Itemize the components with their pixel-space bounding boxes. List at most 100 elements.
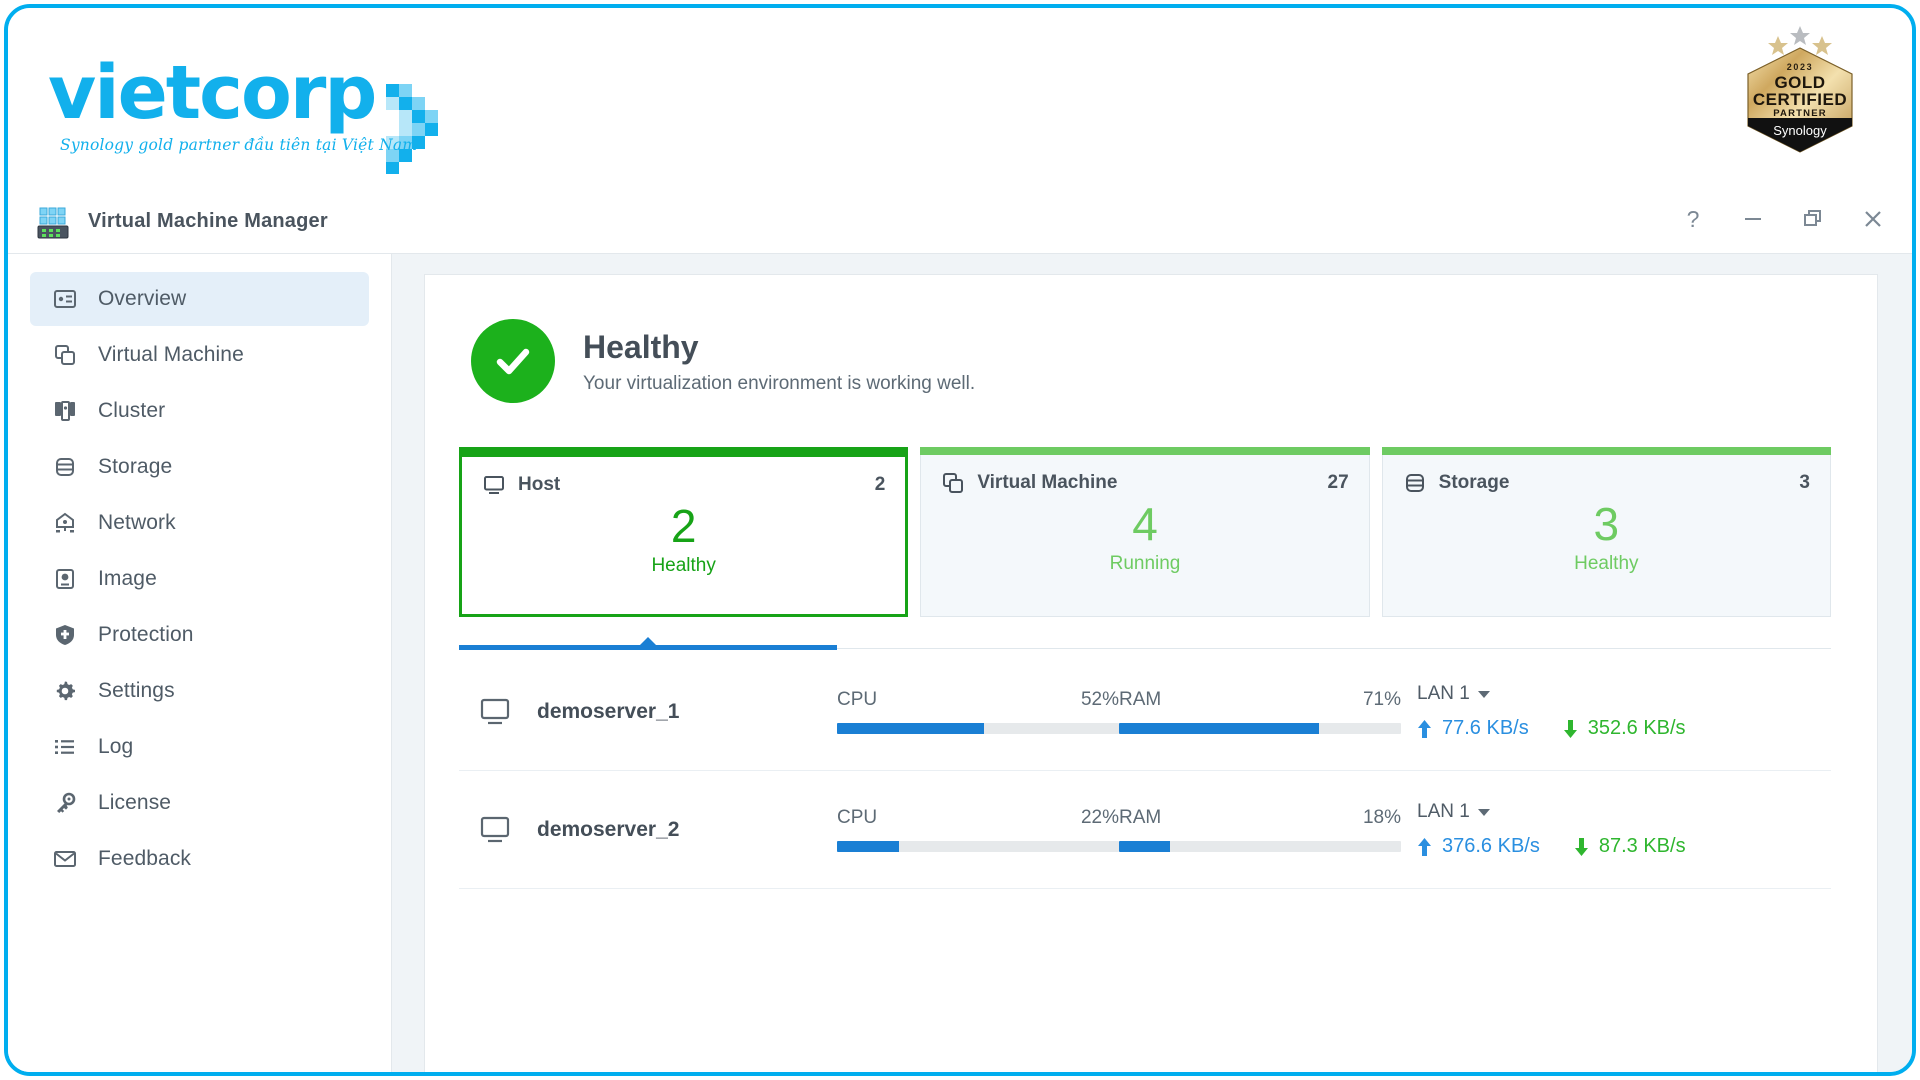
cpu-value: 22%	[1081, 807, 1119, 829]
question-mark-icon: ?	[1687, 208, 1700, 231]
arrow-down-icon	[1574, 838, 1589, 856]
cpu-progress-fill	[837, 841, 899, 852]
cpu-metric: CPU 22%	[837, 807, 1119, 852]
logo-tagline: Synology gold partner đầu tiên tại Việt …	[60, 136, 417, 154]
host-name: demoserver_1	[537, 700, 837, 724]
overview-icon	[52, 286, 78, 312]
sidebar-item-storage[interactable]: Storage	[30, 440, 369, 494]
sidebar-item-virtual-machine[interactable]: Virtual Machine	[30, 328, 369, 382]
sidebar-item-overview[interactable]: Overview	[30, 272, 369, 326]
badge-year: 2023	[1787, 62, 1813, 72]
envelope-icon	[52, 846, 78, 872]
logo-wordmark: vietcorp	[48, 56, 417, 130]
pixel-arrow-icon	[386, 84, 454, 179]
restore-icon	[1802, 208, 1824, 230]
status-card-virtual-machine[interactable]: Virtual Machine 27 4 Running	[920, 447, 1369, 617]
cpu-label: CPU	[837, 689, 877, 711]
lan-selector[interactable]: LAN 1	[1417, 801, 1686, 823]
cpu-metric: CPU 52%	[837, 689, 1119, 734]
card-selection-indicator	[459, 641, 1831, 653]
help-button[interactable]: ?	[1678, 204, 1708, 234]
card-big-number: 4	[941, 497, 1348, 551]
chevron-down-icon	[1478, 809, 1490, 816]
card-big-number: 2	[482, 499, 885, 553]
download-rate: 352.6 KB/s	[1563, 717, 1686, 740]
card-state-label: Healthy	[1403, 553, 1810, 575]
ram-value: 71%	[1363, 689, 1401, 711]
check-circle-icon	[471, 319, 555, 403]
card-count: 27	[1328, 472, 1349, 494]
shield-icon	[52, 622, 78, 648]
card-label: Storage	[1439, 472, 1510, 494]
table-row[interactable]: demoserver_1 CPU 52%	[459, 653, 1831, 771]
minimize-button[interactable]	[1738, 204, 1768, 234]
chevron-down-icon	[1478, 691, 1490, 698]
app-body: Overview Virtual Machine Cluster Storage	[8, 254, 1912, 1072]
network-rates: 77.6 KB/s 352.6 KB/s	[1417, 717, 1686, 740]
arrow-up-icon	[1417, 838, 1432, 856]
vm-icon	[941, 471, 965, 495]
card-header: Virtual Machine 27	[941, 471, 1348, 495]
sidebar-item-label: Feedback	[98, 847, 191, 871]
monitor-icon	[482, 473, 506, 497]
upload-rate: 77.6 KB/s	[1417, 717, 1529, 740]
sidebar-item-feedback[interactable]: Feedback	[30, 832, 369, 886]
status-card-storage[interactable]: Storage 3 3 Healthy	[1382, 447, 1831, 617]
cpu-progress-bar	[837, 723, 1119, 734]
badge-line3: PARTNER	[1773, 108, 1827, 119]
card-header: Host 2	[482, 473, 885, 497]
close-icon	[1862, 208, 1884, 230]
sidebar-item-settings[interactable]: Settings	[30, 664, 369, 718]
card-body: Virtual Machine 27 4 Running	[920, 455, 1369, 617]
cluster-icon	[52, 398, 78, 424]
cpu-value: 52%	[1081, 689, 1119, 711]
sidebar-item-label: License	[98, 791, 171, 815]
badge-brand: Synology	[1773, 123, 1827, 138]
card-label: Host	[518, 474, 560, 496]
sidebar-item-cluster[interactable]: Cluster	[30, 384, 369, 438]
network-rates: 376.6 KB/s 87.3 KB/s	[1417, 835, 1686, 858]
app-window: vietcorp Synology gold partner đầu tiên …	[4, 4, 1916, 1076]
storage-icon	[52, 454, 78, 480]
vietcorp-logo: vietcorp Synology gold partner đầu tiên …	[48, 56, 417, 154]
sidebar-item-label: Settings	[98, 679, 175, 703]
cpu-metric-head: CPU 22%	[837, 807, 1119, 829]
host-list: demoserver_1 CPU 52%	[459, 653, 1831, 889]
page-title: Virtual Machine Manager	[88, 210, 328, 233]
network-icon	[52, 510, 78, 536]
restore-button[interactable]	[1798, 204, 1828, 234]
sidebar-item-image[interactable]: Image	[30, 552, 369, 606]
download-rate-value: 87.3 KB/s	[1599, 835, 1686, 858]
health-description: Your virtualization environment is worki…	[583, 373, 975, 395]
status-card-host[interactable]: Host 2 2 Healthy	[459, 447, 908, 617]
sidebar: Overview Virtual Machine Cluster Storage	[8, 254, 392, 1072]
main-content: Healthy Your virtualization environment …	[392, 254, 1912, 1072]
card-count: 2	[875, 474, 886, 496]
vm-icon	[52, 342, 78, 368]
ram-value: 18%	[1363, 807, 1401, 829]
monitor-icon	[469, 813, 521, 847]
selection-caret-icon	[637, 637, 659, 648]
ram-progress-fill	[1119, 841, 1170, 852]
ram-metric: RAM 18%	[1119, 807, 1401, 852]
close-button[interactable]	[1858, 204, 1888, 234]
sidebar-item-network[interactable]: Network	[30, 496, 369, 550]
sidebar-item-label: Storage	[98, 455, 172, 479]
lan-label: LAN 1	[1417, 801, 1470, 823]
card-accent-bar	[1382, 447, 1831, 455]
sidebar-item-protection[interactable]: Protection	[30, 608, 369, 662]
badge-line2: CERTIFIED	[1753, 90, 1847, 109]
lan-selector[interactable]: LAN 1	[1417, 683, 1686, 705]
download-rate: 87.3 KB/s	[1574, 835, 1686, 858]
status-cards: Host 2 2 Healthy	[425, 403, 1877, 617]
upload-rate: 376.6 KB/s	[1417, 835, 1540, 858]
sidebar-item-log[interactable]: Log	[30, 720, 369, 774]
ram-progress-bar	[1119, 841, 1401, 852]
ram-metric: RAM 71%	[1119, 689, 1401, 734]
network-column: LAN 1 376.6 KB/s 87.3 KB/s	[1417, 801, 1686, 858]
key-icon	[52, 790, 78, 816]
sidebar-item-license[interactable]: License	[30, 776, 369, 830]
upload-rate-value: 376.6 KB/s	[1442, 835, 1540, 858]
table-row[interactable]: demoserver_2 CPU 22%	[459, 771, 1831, 889]
list-icon	[52, 734, 78, 760]
